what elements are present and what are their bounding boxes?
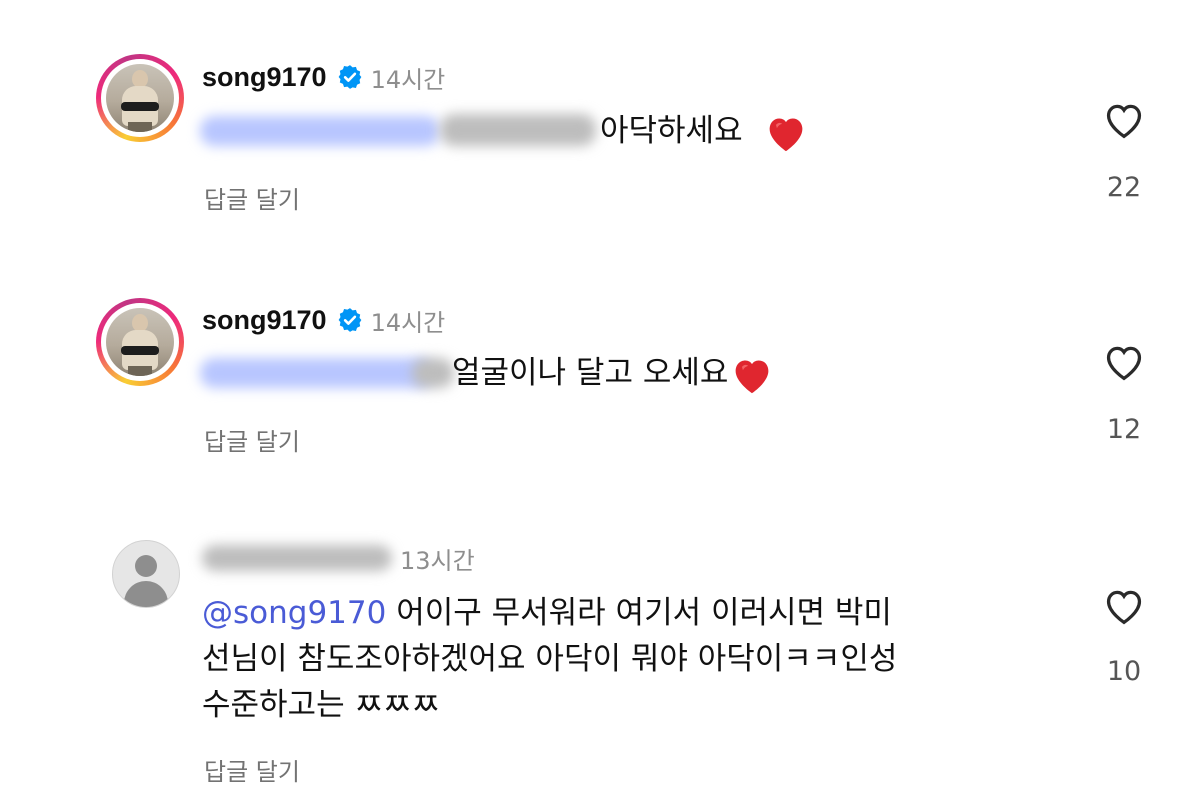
heart-outline-icon[interactable]: [1102, 586, 1146, 626]
avatar-photo: [106, 64, 174, 132]
user-avatar[interactable]: [96, 298, 184, 386]
comment-timestamp: 14시간: [370, 308, 446, 337]
red-heart-emoji: [770, 117, 803, 151]
comment-meta: song9170 14시간: [202, 303, 445, 337]
avatar-photo: [106, 308, 174, 376]
heart-outline-icon[interactable]: [1102, 100, 1146, 140]
redacted-mention: [200, 358, 432, 388]
comment-body: 얼굴이나 달고 오세요: [452, 355, 729, 391]
like-count: 12: [1106, 414, 1142, 445]
comment-text: 얼굴이나 달고 오세요: [452, 354, 774, 395]
comment-body: 어이구 무서워라 여기서 이러시면 박미: [396, 595, 892, 631]
username[interactable]: song9170: [202, 305, 327, 336]
redacted-mention: [200, 116, 440, 146]
redacted-mention: [412, 358, 454, 388]
like-count: 22: [1106, 172, 1142, 203]
reply-button[interactable]: 답글 달기: [204, 752, 300, 787]
comment-timestamp: 13시간: [400, 546, 475, 575]
red-heart-emoji: [736, 359, 769, 393]
comment-text-line-1: @song9170 어이구 무서워라 여기서 이러시면 박미: [202, 594, 892, 632]
reply-button[interactable]: 답글 달기: [204, 180, 300, 215]
reply-button[interactable]: 답글 달기: [204, 422, 300, 457]
comment-timestamp: 14시간: [370, 65, 446, 94]
default-avatar-icon[interactable]: [112, 540, 180, 608]
comment-body: 아닥하세요: [600, 113, 743, 149]
username[interactable]: song9170: [202, 62, 327, 93]
like-count: 10: [1106, 656, 1142, 687]
user-avatar[interactable]: [96, 54, 184, 142]
redacted-mention: [440, 114, 596, 146]
redacted-username: [202, 545, 392, 571]
mention-link[interactable]: @song9170: [202, 595, 386, 631]
comment-text-line-3: 수준하고는 ㅉㅉㅉ: [202, 687, 441, 723]
heart-outline-icon[interactable]: [1102, 342, 1146, 382]
comment-text-line-2: 선님이 참도조아하겠어요 아닥이 뭐야 아닥이ㅋㅋ인성: [202, 641, 898, 677]
comment-meta: song9170 14시간: [202, 60, 445, 94]
verified-badge-icon: [338, 308, 361, 332]
comment-meta: 13시간: [202, 541, 475, 575]
verified-badge-icon: [338, 65, 361, 89]
comment-text: 아닥하세요: [600, 112, 808, 153]
